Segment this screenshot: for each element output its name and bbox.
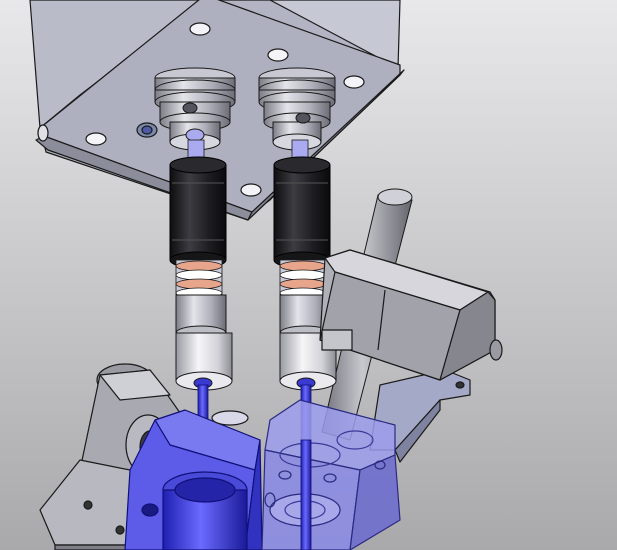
right-black-sleeve: [273, 156, 331, 269]
left-spring: [175, 259, 223, 299]
right-translucent-block: [261, 399, 401, 550]
left-white-coupler: [175, 294, 233, 391]
shaft-through-block: [300, 439, 312, 550]
left-black-sleeve: [169, 156, 227, 269]
cad-viewport: [0, 0, 617, 550]
right-spring: [279, 259, 327, 299]
cad-render: [0, 0, 617, 550]
